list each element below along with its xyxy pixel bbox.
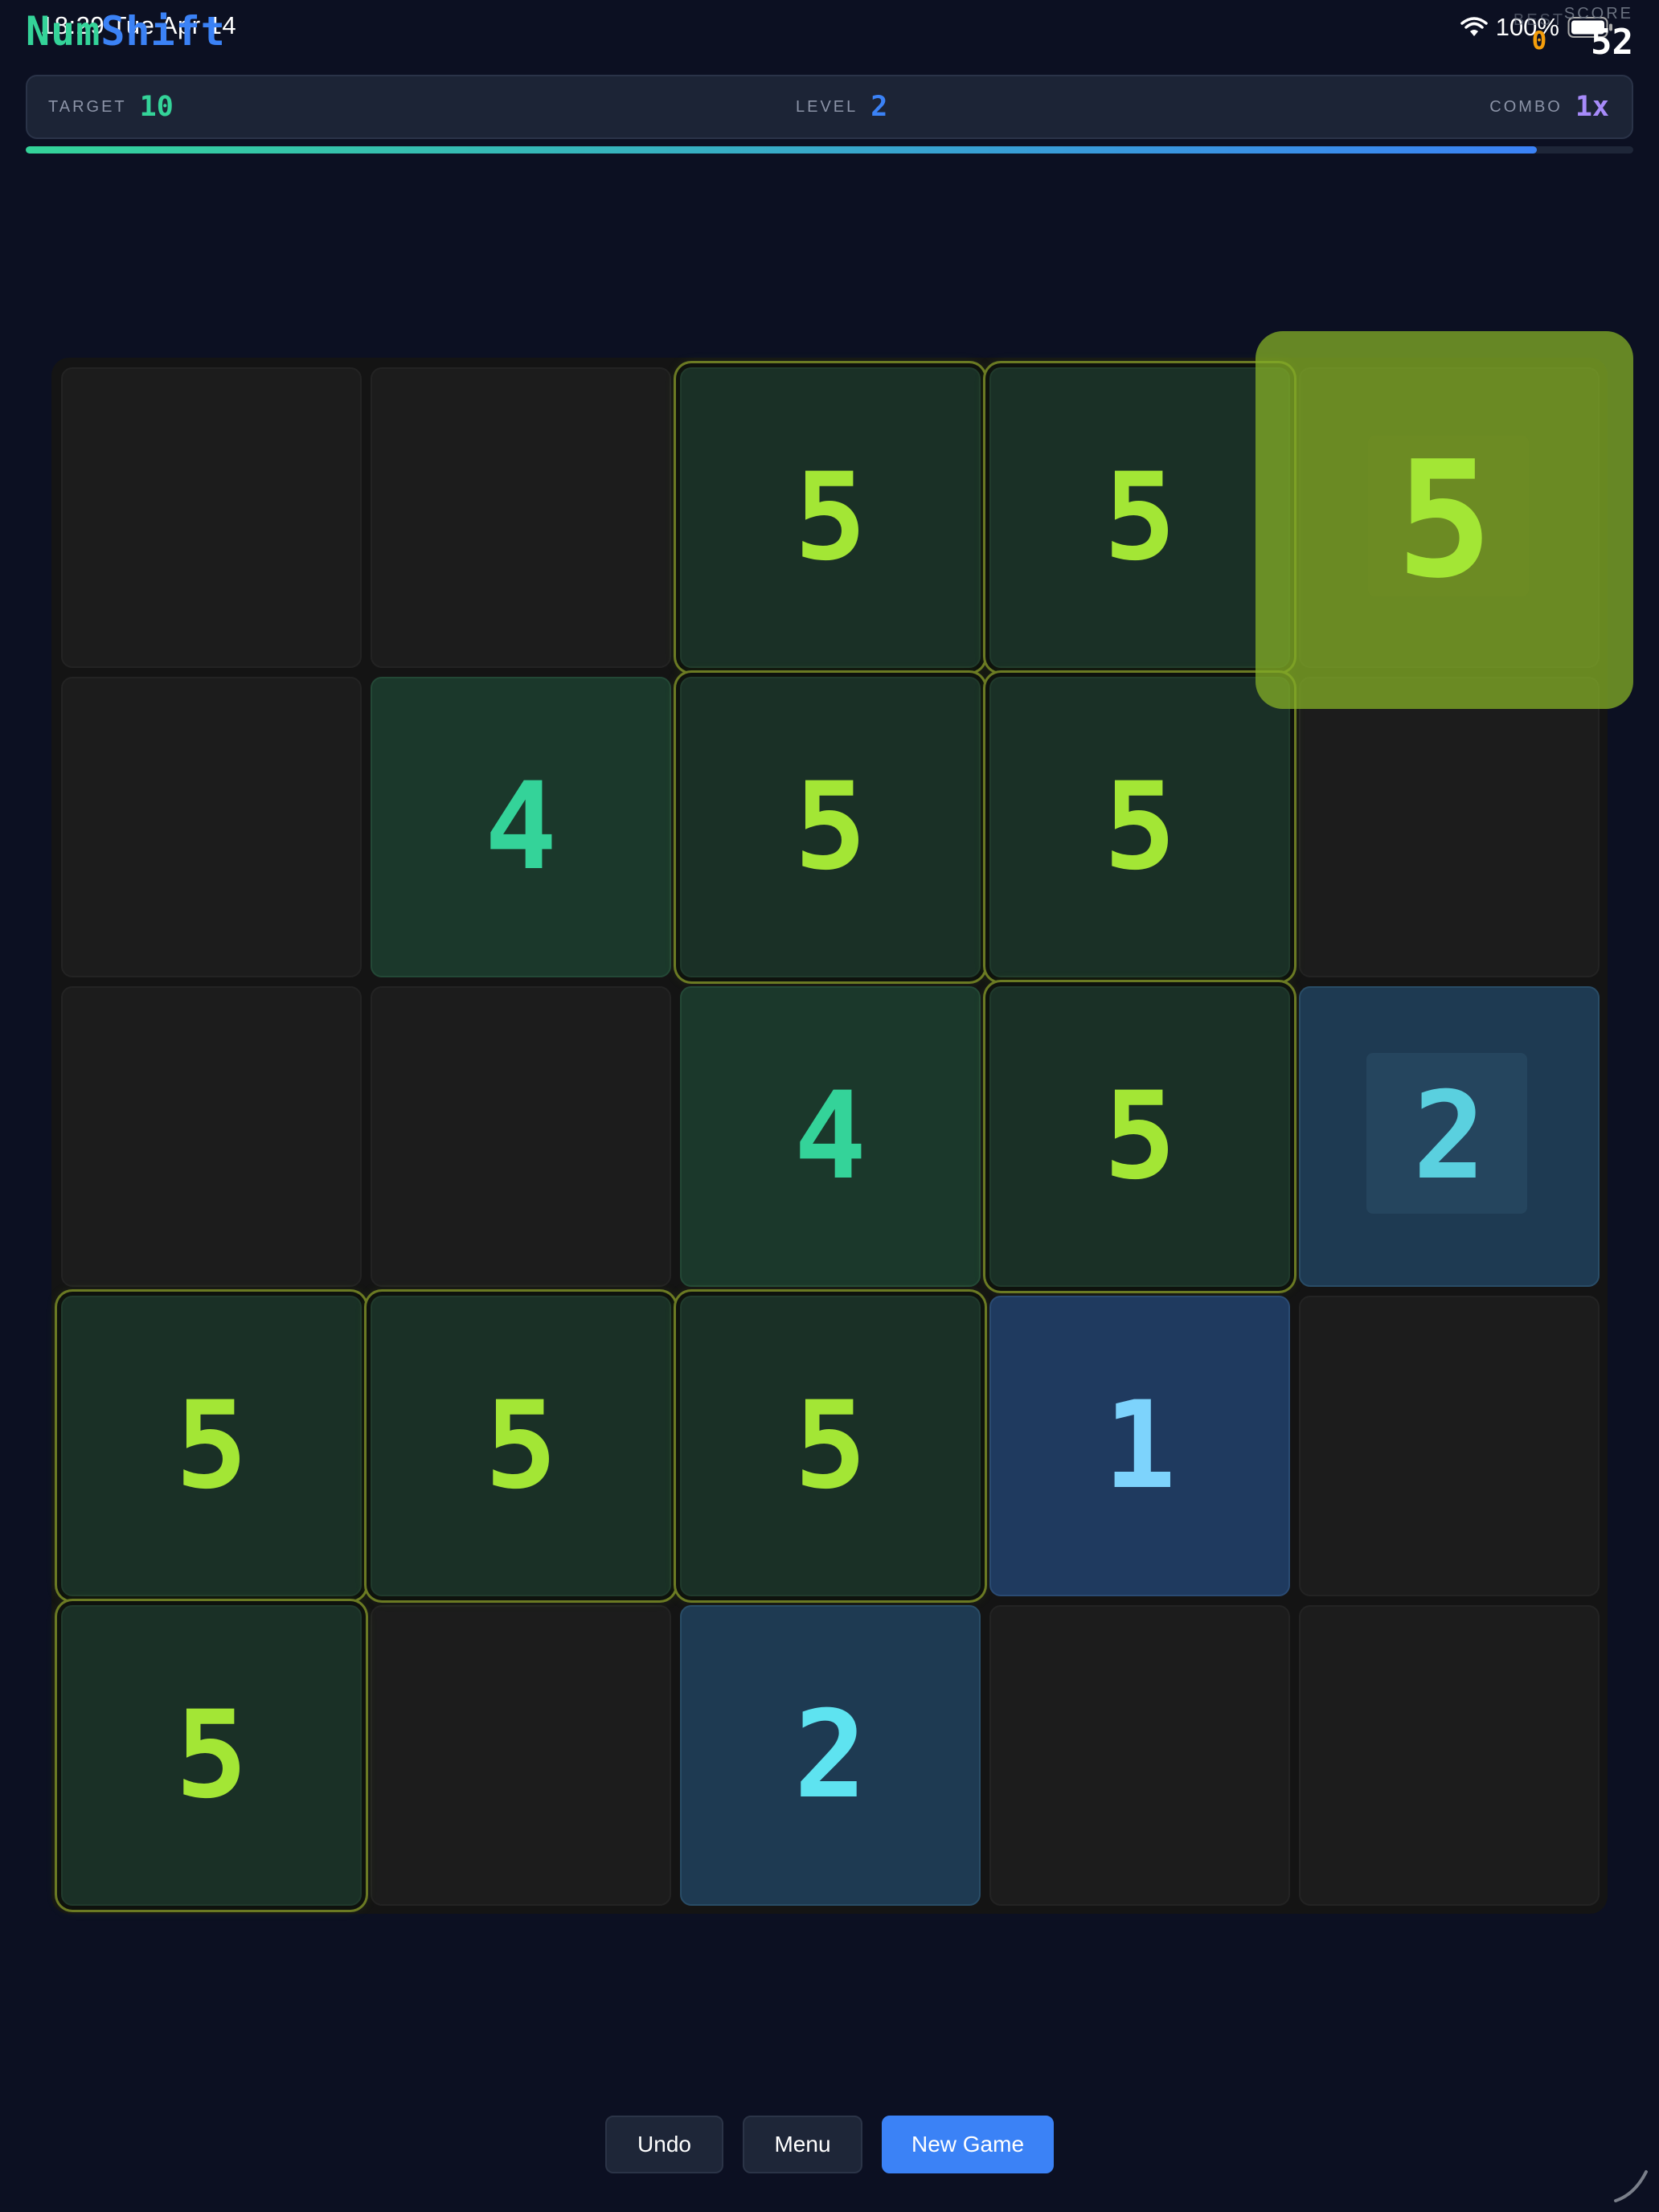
- board-cell[interactable]: [1299, 1296, 1600, 1596]
- wifi-icon: [1460, 17, 1488, 36]
- tile[interactable]: 5: [61, 1605, 362, 1906]
- combo-value: 1x: [1575, 91, 1609, 123]
- board-cell[interactable]: [61, 677, 362, 977]
- combo-info: COMBO 1x: [1489, 76, 1609, 137]
- tile[interactable]: 1: [989, 1296, 1290, 1596]
- board-cell[interactable]: [1299, 677, 1600, 977]
- level-value: 2: [870, 91, 888, 123]
- tile[interactable]: 4: [371, 677, 671, 977]
- new-game-button[interactable]: New Game: [882, 2116, 1054, 2173]
- info-panel: TARGET 10 LEVEL 2 COMBO 1x: [26, 75, 1633, 139]
- dragging-tile-value: 5: [1395, 426, 1493, 614]
- tile[interactable]: 5: [680, 1296, 981, 1596]
- level-info: LEVEL 2: [796, 76, 887, 137]
- progress-bar: [26, 146, 1633, 154]
- title-part-num: Num: [26, 8, 101, 55]
- title-part-shift: Shift: [100, 8, 226, 55]
- level-label: LEVEL: [796, 97, 858, 116]
- board-cell[interactable]: [371, 986, 671, 1287]
- target-value: 10: [139, 91, 174, 123]
- dragging-tile[interactable]: 5: [1256, 331, 1633, 709]
- resize-handle-icon[interactable]: [1611, 2165, 1651, 2206]
- tile[interactable]: 5: [61, 1296, 362, 1596]
- tile[interactable]: 5: [989, 986, 1290, 1287]
- target-info: TARGET 10: [48, 76, 174, 137]
- menu-button[interactable]: Menu: [743, 2116, 862, 2173]
- score-value: 52: [1591, 22, 1633, 63]
- board-cell[interactable]: [989, 1605, 1290, 1906]
- tile[interactable]: 2: [680, 1605, 981, 1906]
- progress-fill: [26, 146, 1537, 154]
- ghost-tile: [1366, 1053, 1527, 1214]
- board-cell[interactable]: [371, 367, 671, 668]
- tile[interactable]: 5: [680, 367, 981, 668]
- tile[interactable]: 5: [989, 677, 1290, 977]
- tile[interactable]: 4: [680, 986, 981, 1287]
- board-cell[interactable]: [371, 1605, 671, 1906]
- tile[interactable]: 5: [989, 367, 1290, 668]
- undo-button[interactable]: Undo: [605, 2116, 723, 2173]
- board-cell[interactable]: [61, 367, 362, 668]
- board-cell[interactable]: [1299, 1605, 1600, 1906]
- tile[interactable]: 5: [680, 677, 981, 977]
- board-cell[interactable]: [61, 986, 362, 1287]
- score: SCORE 52: [1564, 5, 1633, 63]
- app-title: NumShift: [26, 8, 226, 55]
- target-label: TARGET: [48, 97, 127, 116]
- combo-label: COMBO: [1489, 97, 1563, 116]
- score-label: SCORE: [1563, 5, 1633, 23]
- tile[interactable]: 5: [371, 1296, 671, 1596]
